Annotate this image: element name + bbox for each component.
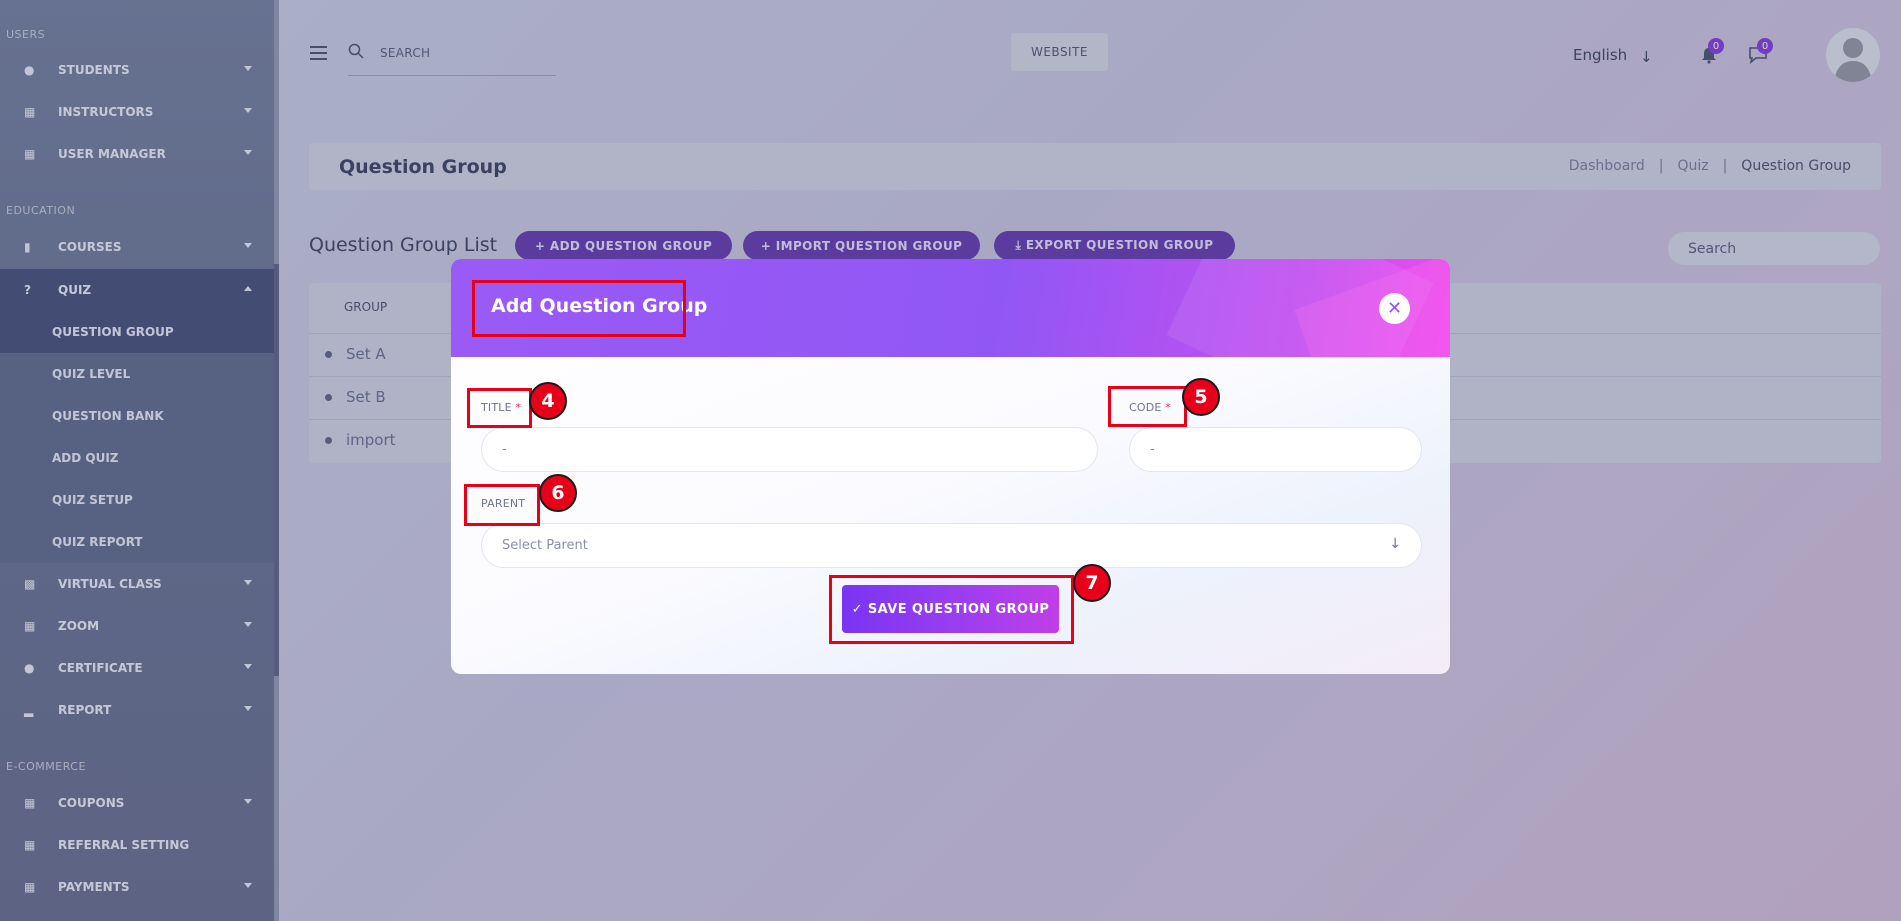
annotation-marker-4: 4 bbox=[529, 382, 567, 420]
annotation-box-parent-label bbox=[464, 484, 540, 526]
code-input[interactable]: - bbox=[1129, 427, 1422, 472]
annotation-box-title-label bbox=[467, 388, 532, 428]
annotation-marker-5: 5 bbox=[1182, 378, 1220, 416]
annotation-box-save-button bbox=[829, 575, 1074, 644]
close-button[interactable]: ✕ bbox=[1379, 293, 1410, 324]
close-icon: ✕ bbox=[1386, 298, 1403, 319]
annotation-box-code-label bbox=[1108, 386, 1187, 427]
annotation-marker-6: 6 bbox=[539, 474, 577, 512]
parent-select[interactable]: Select Parent ↓ bbox=[481, 523, 1422, 568]
annotation-box-title bbox=[472, 280, 686, 337]
title-input[interactable]: - bbox=[481, 427, 1098, 472]
arrow-down-icon: ↓ bbox=[1389, 536, 1401, 552]
parent-placeholder: Select Parent bbox=[502, 538, 588, 553]
annotation-marker-7: 7 bbox=[1073, 564, 1111, 602]
